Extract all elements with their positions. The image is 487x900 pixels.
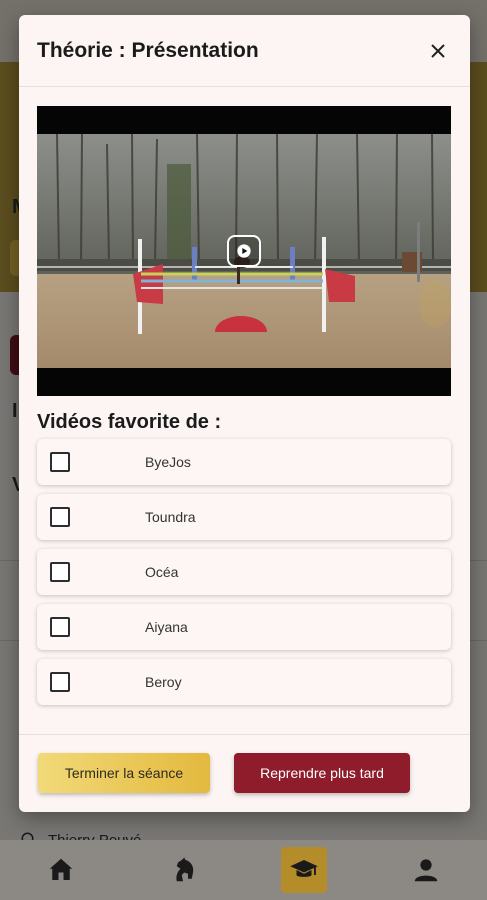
favorite-item[interactable]: Océa — [37, 549, 451, 595]
nav-theory[interactable] — [281, 847, 328, 893]
favorite-checkbox[interactable] — [50, 672, 70, 692]
finish-session-button[interactable]: Terminer la séance — [38, 753, 210, 793]
modal-header: Théorie : Présentation — [19, 15, 470, 87]
rider-name: Toundra — [145, 509, 196, 525]
rider-name: Beroy — [145, 674, 182, 690]
favorites-heading: Vidéos favorite de : — [37, 411, 222, 433]
favorite-checkbox[interactable] — [50, 562, 70, 582]
nav-profile[interactable] — [403, 847, 449, 893]
graduation-cap-icon — [290, 860, 319, 877]
favorite-item[interactable]: ByeJos — [37, 439, 451, 485]
modal-footer-divider — [19, 734, 470, 735]
bottom-navigation — [0, 840, 487, 900]
nav-horse[interactable] — [160, 847, 206, 893]
user-icon — [414, 859, 438, 882]
rider-name: Océa — [145, 564, 179, 580]
favorites-list: ByeJos Toundra Océa Aiyana Beroy — [37, 439, 451, 714]
favorite-checkbox[interactable] — [50, 452, 70, 472]
modal-title: Théorie : Présentation — [37, 38, 259, 62]
close-icon — [431, 43, 445, 58]
rider-name: ByeJos — [145, 454, 191, 470]
theory-modal: Théorie : Présentation Vidéos favorite d… — [19, 15, 470, 812]
favorite-item[interactable]: Aiyana — [37, 604, 451, 650]
favorite-checkbox[interactable] — [50, 617, 70, 637]
home-icon — [49, 858, 73, 880]
play-circle-icon — [237, 244, 251, 258]
favorite-item[interactable]: Beroy — [37, 659, 451, 705]
nav-home[interactable] — [38, 847, 84, 893]
play-button[interactable] — [227, 235, 261, 267]
favorite-item[interactable]: Toundra — [37, 494, 451, 540]
horse-icon — [176, 857, 193, 882]
rider-name: Aiyana — [145, 619, 188, 635]
favorite-checkbox[interactable] — [50, 507, 70, 527]
close-button[interactable] — [424, 37, 452, 65]
video-player[interactable] — [37, 106, 451, 396]
resume-later-button[interactable]: Reprendre plus tard — [234, 753, 410, 793]
